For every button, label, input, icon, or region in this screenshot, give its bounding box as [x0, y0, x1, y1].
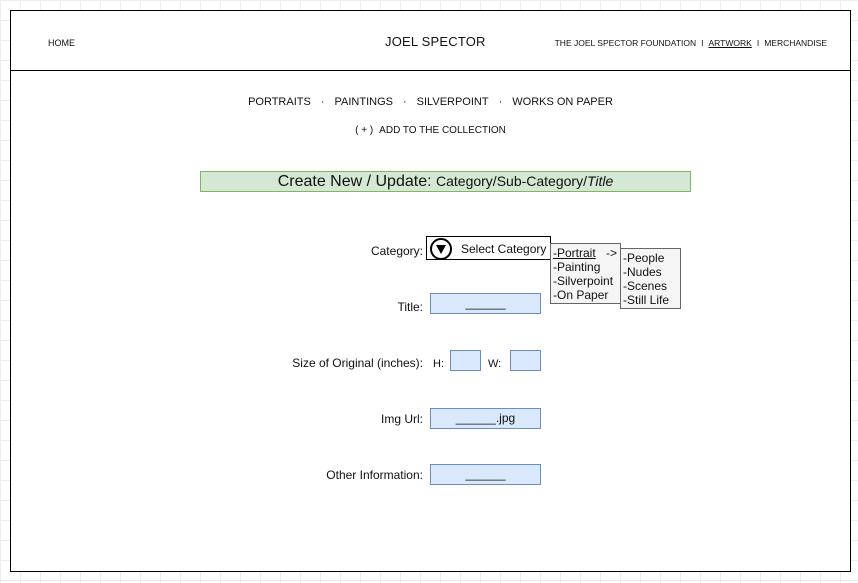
- category-select-placeholder: Select Category: [461, 242, 547, 256]
- other-info-label: Other Information:: [326, 468, 423, 482]
- category-paintings-link[interactable]: PAINTINGS: [335, 96, 393, 108]
- submenu-arrow: ->: [605, 246, 617, 260]
- add-to-collection-link[interactable]: ( + ) ADD TO THE COLLECTION: [11, 125, 850, 136]
- nav-foundation-link[interactable]: THE JOEL SPECTOR FOUNDATION: [555, 38, 697, 48]
- category-separator: ·: [402, 96, 407, 108]
- nav-merchandise-link[interactable]: MERCHANDISE: [764, 38, 827, 48]
- other-info-input[interactable]: ______: [430, 464, 541, 485]
- category-portraits-link[interactable]: PORTRAITS: [248, 96, 311, 108]
- size-label: Size of Original (inches):: [292, 356, 423, 370]
- submenu-item-people[interactable]: -People: [623, 251, 678, 265]
- menu-item-on-paper[interactable]: -On Paper: [553, 288, 618, 302]
- category-dropdown-menu: -Portrait -> -Painting -Silverpoint -On …: [550, 243, 621, 304]
- height-input[interactable]: [450, 350, 481, 371]
- category-silverpoint-link[interactable]: SILVERPOINT: [417, 96, 489, 108]
- submenu-item-scenes[interactable]: -Scenes: [623, 279, 678, 293]
- category-label: Category:: [370, 244, 423, 258]
- nav-artwork-link[interactable]: ARTWORK: [709, 38, 752, 48]
- category-separator: ·: [498, 96, 503, 108]
- chevron-down-icon: [430, 238, 452, 260]
- header-divider: [11, 70, 850, 71]
- subcategory-dropdown-menu: -People -Nudes -Scenes -Still Life: [620, 248, 681, 309]
- category-separator: ·: [320, 96, 325, 108]
- category-nav: PORTRAITS · PAINTINGS · SILVERPOINT · WORKS ON…: [11, 96, 850, 108]
- add-to-collection-label: ADD TO THE COLLECTION: [379, 125, 506, 136]
- nav-separator: I: [701, 38, 704, 48]
- img-url-label: Img Url:: [381, 412, 423, 426]
- category-select[interactable]: Select Category: [426, 236, 551, 260]
- menu-item-silverpoint[interactable]: -Silverpoint: [553, 274, 618, 288]
- title-label: Title:: [397, 300, 423, 314]
- title-input[interactable]: ______: [430, 293, 541, 314]
- banner-path: Category/Sub-Category/: [436, 173, 587, 189]
- banner-title-italic: Title: [586, 173, 614, 189]
- banner-lead: Create New / Update:: [277, 173, 432, 190]
- category-works-on-paper-link[interactable]: WORKS ON PAPER: [512, 96, 613, 108]
- plus-icon: ( + ): [355, 125, 374, 136]
- page-frame: HOME JOEL SPECTOR THE JOEL SPECTOR FOUND…: [10, 10, 851, 572]
- width-input[interactable]: [510, 350, 541, 371]
- submenu-item-still-life[interactable]: -Still Life: [623, 293, 678, 307]
- top-nav: THE JOEL SPECTOR FOUNDATION I ARTWORK I MERC…: [555, 38, 827, 48]
- width-label: W:: [488, 358, 502, 370]
- height-label: H:: [433, 358, 444, 370]
- img-url-input[interactable]: ______.jpg: [430, 408, 541, 429]
- nav-separator: I: [756, 38, 760, 48]
- menu-item-painting[interactable]: -Painting: [553, 260, 618, 274]
- form-banner: Create New / Update: Category/Sub-Catego…: [200, 171, 691, 192]
- submenu-item-nudes[interactable]: -Nudes: [623, 265, 678, 279]
- home-link[interactable]: HOME: [48, 38, 75, 48]
- site-title: JOEL SPECTOR: [385, 34, 486, 49]
